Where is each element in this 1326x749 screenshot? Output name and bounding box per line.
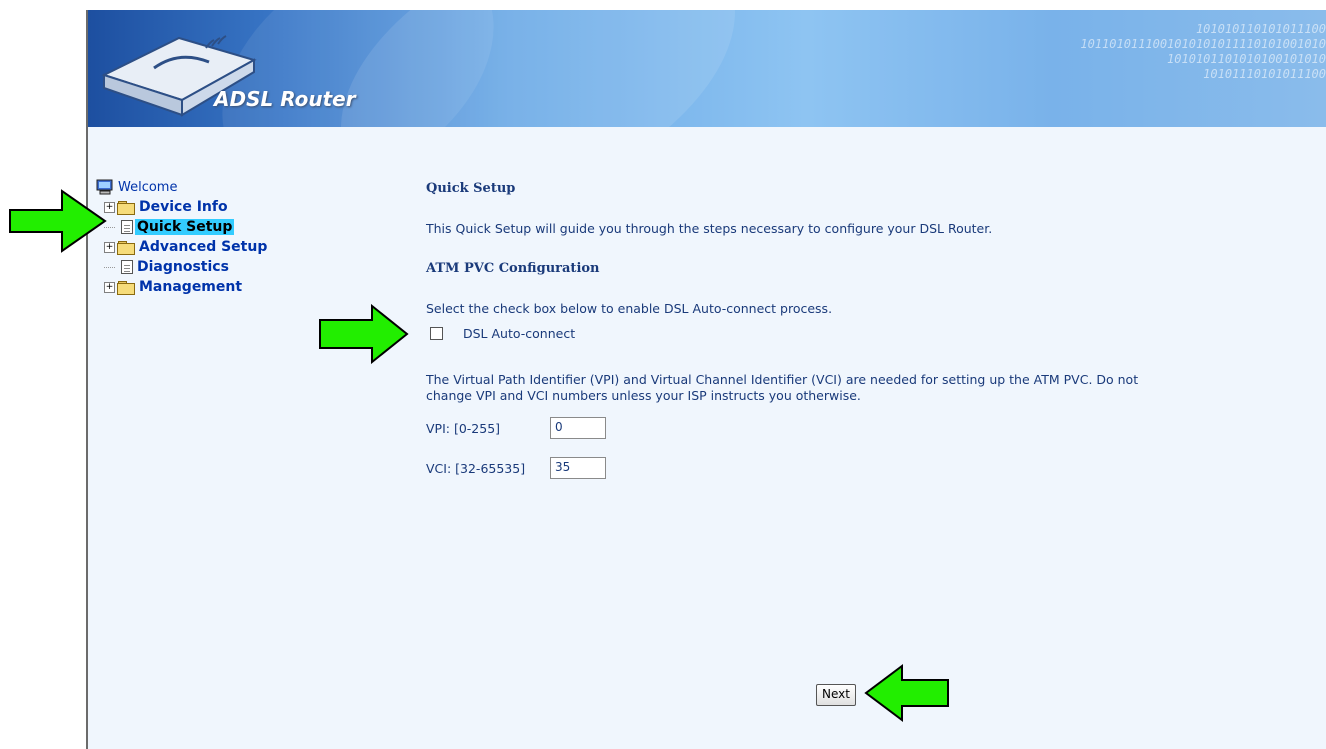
- page-icon: [121, 260, 133, 274]
- auto-connect-label: DSL Auto-connect: [463, 326, 576, 341]
- auto-connect-row: DSL Auto-connect: [430, 326, 575, 341]
- binary-row: 1010101101010100101010: [1167, 52, 1326, 66]
- menu-welcome-label: Welcome: [118, 179, 178, 195]
- description-line: The Virtual Path Identifier (VPI) and Vi…: [426, 372, 1139, 387]
- green-arrow-icon: [864, 664, 949, 722]
- vpi-label: VPI: [0-255]: [426, 420, 501, 436]
- menu-item-device-info[interactable]: + Device Info: [96, 197, 267, 217]
- page-title: Quick Setup: [426, 181, 516, 196]
- green-arrow-icon: [319, 304, 409, 364]
- page-icon: [121, 220, 133, 234]
- menu-item-label: Management: [139, 279, 243, 295]
- menu-item-advanced-setup[interactable]: + Advanced Setup: [96, 237, 267, 257]
- binary-row: 101010110101011100: [1195, 22, 1326, 36]
- top-strip: [88, 0, 1326, 10]
- menu-item-welcome[interactable]: Welcome: [96, 177, 267, 197]
- menu-item-quick-setup[interactable]: Quick Setup: [96, 217, 267, 237]
- intro-text: This Quick Setup will guide you through …: [426, 221, 993, 236]
- expand-plus-icon[interactable]: +: [104, 281, 115, 293]
- folder-icon: [117, 240, 135, 255]
- outer-margin: [0, 0, 86, 749]
- folder-icon: [117, 200, 135, 215]
- select-instructions: Select the check box below to enable DSL…: [426, 301, 833, 316]
- tree-connector: [104, 266, 115, 268]
- menu-item-diagnostics[interactable]: Diagnostics: [96, 257, 267, 277]
- navigation-tree: Welcome + Device Info Quick Setup + Adva…: [96, 177, 267, 297]
- banner-title: ADSL Router: [214, 87, 356, 111]
- vci-row: VCI: [32-65535] 35: [426, 457, 606, 479]
- binary-row: 10101110101011100: [1203, 67, 1326, 81]
- header-banner: 101010110101011100 101101011100101010101…: [88, 10, 1326, 127]
- menu-item-label: Advanced Setup: [139, 239, 268, 255]
- menu-item-label: Device Info: [139, 199, 228, 215]
- binary-decoration: 101010110101011100 101101011100101010101…: [986, 22, 1326, 82]
- vci-input[interactable]: 35: [550, 457, 606, 479]
- content-area: Welcome + Device Info Quick Setup + Adva…: [88, 127, 1326, 749]
- binary-row: 1011010111001010101011110101001010: [1080, 37, 1326, 51]
- menu-item-management[interactable]: + Management: [96, 277, 267, 297]
- vci-label: VCI: [32-65535]: [426, 460, 526, 476]
- vpi-row: VPI: [0-255] 0: [426, 417, 606, 439]
- green-arrow-icon: [9, 189, 107, 253]
- section-title: ATM PVC Configuration: [426, 261, 600, 276]
- folder-icon: [117, 280, 135, 295]
- description-line: change VPI and VCI numbers unless your I…: [426, 388, 861, 403]
- vpi-vci-description: The Virtual Path Identifier (VPI) and Vi…: [426, 372, 1138, 404]
- auto-connect-checkbox[interactable]: [430, 327, 443, 340]
- menu-item-label: Quick Setup: [135, 219, 235, 235]
- menu-item-label: Diagnostics: [137, 259, 229, 275]
- vpi-input[interactable]: 0: [550, 417, 606, 439]
- next-button[interactable]: Next: [816, 684, 856, 706]
